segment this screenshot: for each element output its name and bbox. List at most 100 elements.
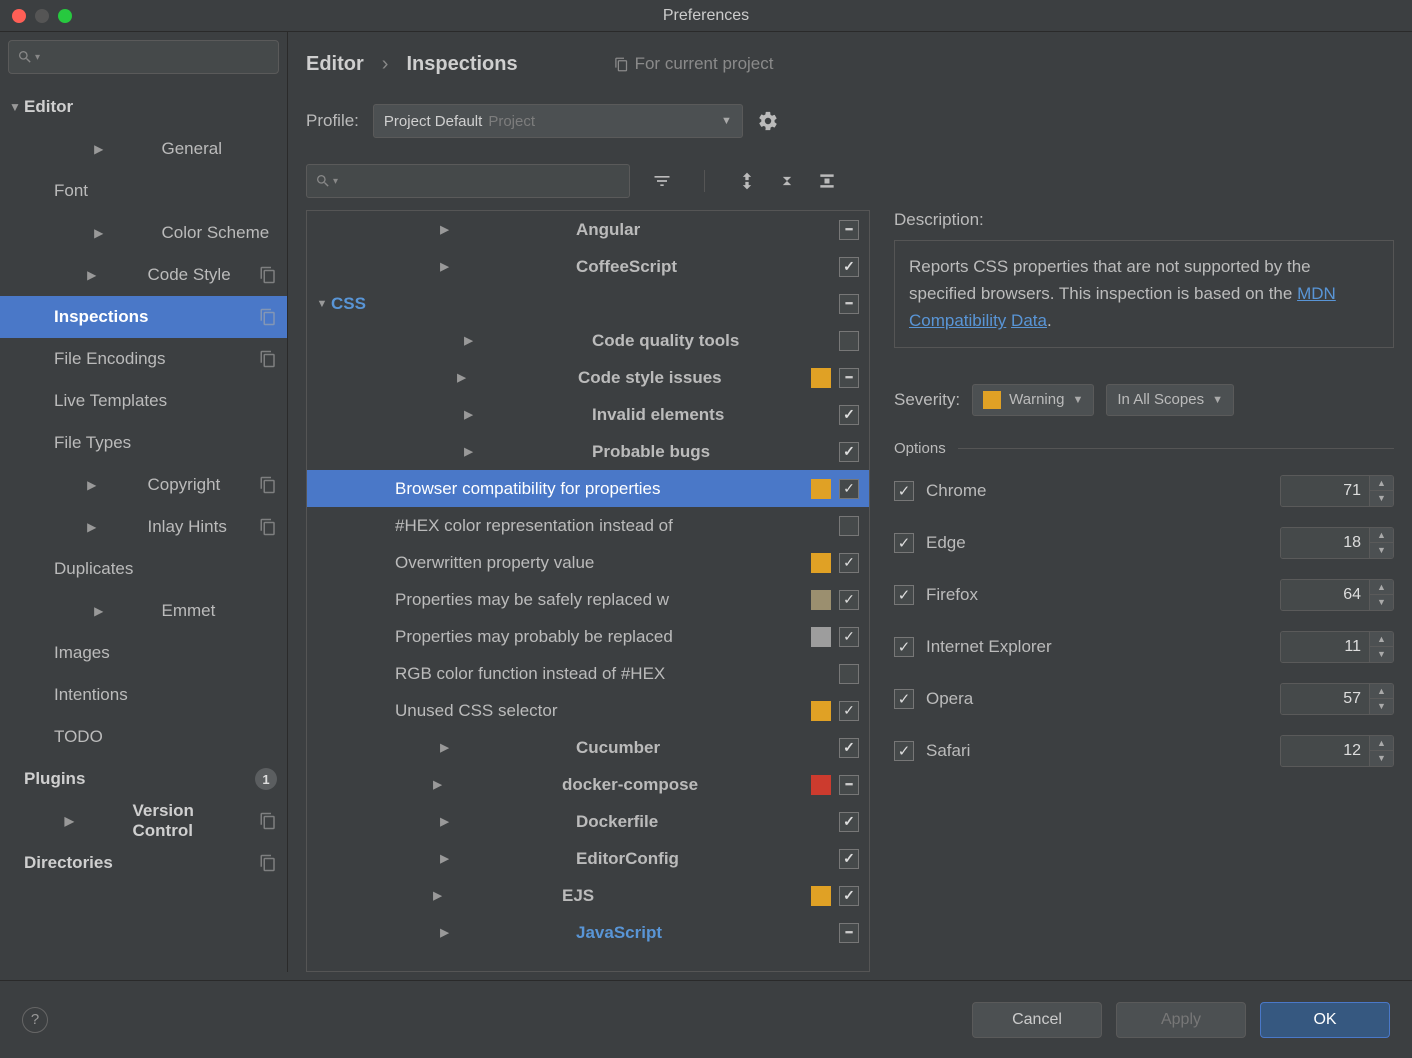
version-spinner[interactable]: ▲▼ — [1280, 579, 1394, 611]
inspection-checkbox[interactable] — [839, 442, 859, 462]
version-input[interactable] — [1281, 528, 1369, 558]
sidebar-item-file-types[interactable]: File Types — [0, 422, 287, 464]
gear-icon[interactable] — [757, 110, 779, 132]
browser-checkbox[interactable] — [894, 741, 914, 761]
inspection-row[interactable]: Overwritten property value — [307, 544, 869, 581]
inspection-checkbox[interactable] — [839, 294, 859, 314]
spin-down-icon[interactable]: ▼ — [1370, 647, 1393, 662]
sidebar-item-intentions[interactable]: Intentions — [0, 674, 287, 716]
version-input[interactable] — [1281, 632, 1369, 662]
inspection-checkbox[interactable] — [839, 664, 859, 684]
inspection-row[interactable]: EJS — [307, 877, 869, 914]
inspection-checkbox[interactable] — [839, 479, 859, 499]
sidebar-item-inlay-hints[interactable]: Inlay Hints — [0, 506, 287, 548]
browser-checkbox[interactable] — [894, 585, 914, 605]
inspection-row[interactable]: EditorConfig — [307, 840, 869, 877]
sidebar-item-live-templates[interactable]: Live Templates — [0, 380, 287, 422]
inspection-checkbox[interactable] — [839, 627, 859, 647]
spin-up-icon[interactable]: ▲ — [1370, 684, 1393, 700]
inspection-checkbox[interactable] — [839, 220, 859, 240]
inspection-row[interactable]: Probable bugs — [307, 433, 869, 470]
inspection-checkbox[interactable] — [839, 738, 859, 758]
browser-checkbox[interactable] — [894, 481, 914, 501]
inspection-checkbox[interactable] — [839, 886, 859, 906]
sidebar-search-input[interactable]: ▾ — [8, 40, 279, 74]
inspection-row[interactable]: Properties may probably be replaced — [307, 618, 869, 655]
version-spinner[interactable]: ▲▼ — [1280, 631, 1394, 663]
sidebar-item-images[interactable]: Images — [0, 632, 287, 674]
spin-down-icon[interactable]: ▼ — [1370, 751, 1393, 766]
profile-dropdown[interactable]: Project Default Project ▼ — [373, 104, 743, 138]
browser-checkbox[interactable] — [894, 637, 914, 657]
version-spinner[interactable]: ▲▼ — [1280, 475, 1394, 507]
inspection-checkbox[interactable] — [839, 775, 859, 795]
sidebar-item-emmet[interactable]: Emmet — [0, 590, 287, 632]
sidebar-item-font[interactable]: Font — [0, 170, 287, 212]
sidebar-item-general[interactable]: General — [0, 128, 287, 170]
sidebar-item-code-style[interactable]: Code Style — [0, 254, 287, 296]
sidebar-item-duplicates[interactable]: Duplicates — [0, 548, 287, 590]
inspection-row[interactable]: CSS — [307, 285, 869, 322]
reset-icon[interactable] — [817, 171, 837, 191]
inspection-checkbox[interactable] — [839, 812, 859, 832]
inspection-checkbox[interactable] — [839, 701, 859, 721]
sidebar-item-color-scheme[interactable]: Color Scheme — [0, 212, 287, 254]
expand-all-icon[interactable] — [737, 171, 757, 191]
close-window-button[interactable] — [12, 9, 26, 23]
inspection-row[interactable]: Unused CSS selector — [307, 692, 869, 729]
sidebar-item-editor[interactable]: Editor — [0, 86, 287, 128]
version-spinner[interactable]: ▲▼ — [1280, 683, 1394, 715]
inspection-row[interactable]: Code quality tools — [307, 322, 869, 359]
inspection-row[interactable]: Invalid elements — [307, 396, 869, 433]
sidebar-item-inspections[interactable]: Inspections — [0, 296, 287, 338]
spin-down-icon[interactable]: ▼ — [1370, 595, 1393, 610]
version-spinner[interactable]: ▲▼ — [1280, 527, 1394, 559]
inspection-row[interactable]: RGB color function instead of #HEX — [307, 655, 869, 692]
inspection-row[interactable]: JavaScript — [307, 914, 869, 951]
maximize-window-button[interactable] — [58, 9, 72, 23]
inspection-checkbox[interactable] — [839, 923, 859, 943]
inspection-row[interactable]: Cucumber — [307, 729, 869, 766]
spin-up-icon[interactable]: ▲ — [1370, 528, 1393, 544]
cancel-button[interactable]: Cancel — [972, 1002, 1102, 1038]
sidebar-item-todo[interactable]: TODO — [0, 716, 287, 758]
version-spinner[interactable]: ▲▼ — [1280, 735, 1394, 767]
browser-checkbox[interactable] — [894, 533, 914, 553]
severity-dropdown[interactable]: Warning ▼ — [972, 384, 1094, 416]
spin-down-icon[interactable]: ▼ — [1370, 491, 1393, 506]
sidebar-item-version-control[interactable]: Version Control — [0, 800, 287, 842]
inspection-checkbox[interactable] — [839, 553, 859, 573]
inspection-checkbox[interactable] — [839, 849, 859, 869]
inspection-row[interactable]: #HEX color representation instead of — [307, 507, 869, 544]
collapse-all-icon[interactable] — [777, 171, 797, 191]
inspection-checkbox[interactable] — [839, 368, 859, 388]
inspection-tree[interactable]: AngularCoffeeScriptCSSCode quality tools… — [306, 210, 870, 972]
mdn-data-link[interactable]: Data — [1011, 311, 1047, 330]
inspection-row[interactable]: Dockerfile — [307, 803, 869, 840]
version-input[interactable] — [1281, 476, 1369, 506]
sidebar-item-plugins[interactable]: Plugins1 — [0, 758, 287, 800]
inspection-checkbox[interactable] — [839, 590, 859, 610]
inspection-row[interactable]: Browser compatibility for properties — [307, 470, 869, 507]
version-input[interactable] — [1281, 684, 1369, 714]
inspection-row[interactable]: Angular — [307, 211, 869, 248]
spin-down-icon[interactable]: ▼ — [1370, 699, 1393, 714]
version-input[interactable] — [1281, 736, 1369, 766]
sidebar-item-copyright[interactable]: Copyright — [0, 464, 287, 506]
inspection-row[interactable]: docker-compose — [307, 766, 869, 803]
scope-dropdown[interactable]: In All Scopes ▼ — [1106, 384, 1234, 416]
inspection-search-input[interactable]: ▾ — [306, 164, 630, 198]
spin-up-icon[interactable]: ▲ — [1370, 476, 1393, 492]
version-input[interactable] — [1281, 580, 1369, 610]
spin-up-icon[interactable]: ▲ — [1370, 736, 1393, 752]
sidebar-item-directories[interactable]: Directories — [0, 842, 287, 884]
apply-button[interactable]: Apply — [1116, 1002, 1246, 1038]
inspection-row[interactable]: Properties may be safely replaced w — [307, 581, 869, 618]
filter-icon[interactable] — [652, 171, 672, 191]
inspection-checkbox[interactable] — [839, 516, 859, 536]
spin-up-icon[interactable]: ▲ — [1370, 632, 1393, 648]
inspection-checkbox[interactable] — [839, 331, 859, 351]
inspection-checkbox[interactable] — [839, 405, 859, 425]
minimize-window-button[interactable] — [35, 9, 49, 23]
browser-checkbox[interactable] — [894, 689, 914, 709]
